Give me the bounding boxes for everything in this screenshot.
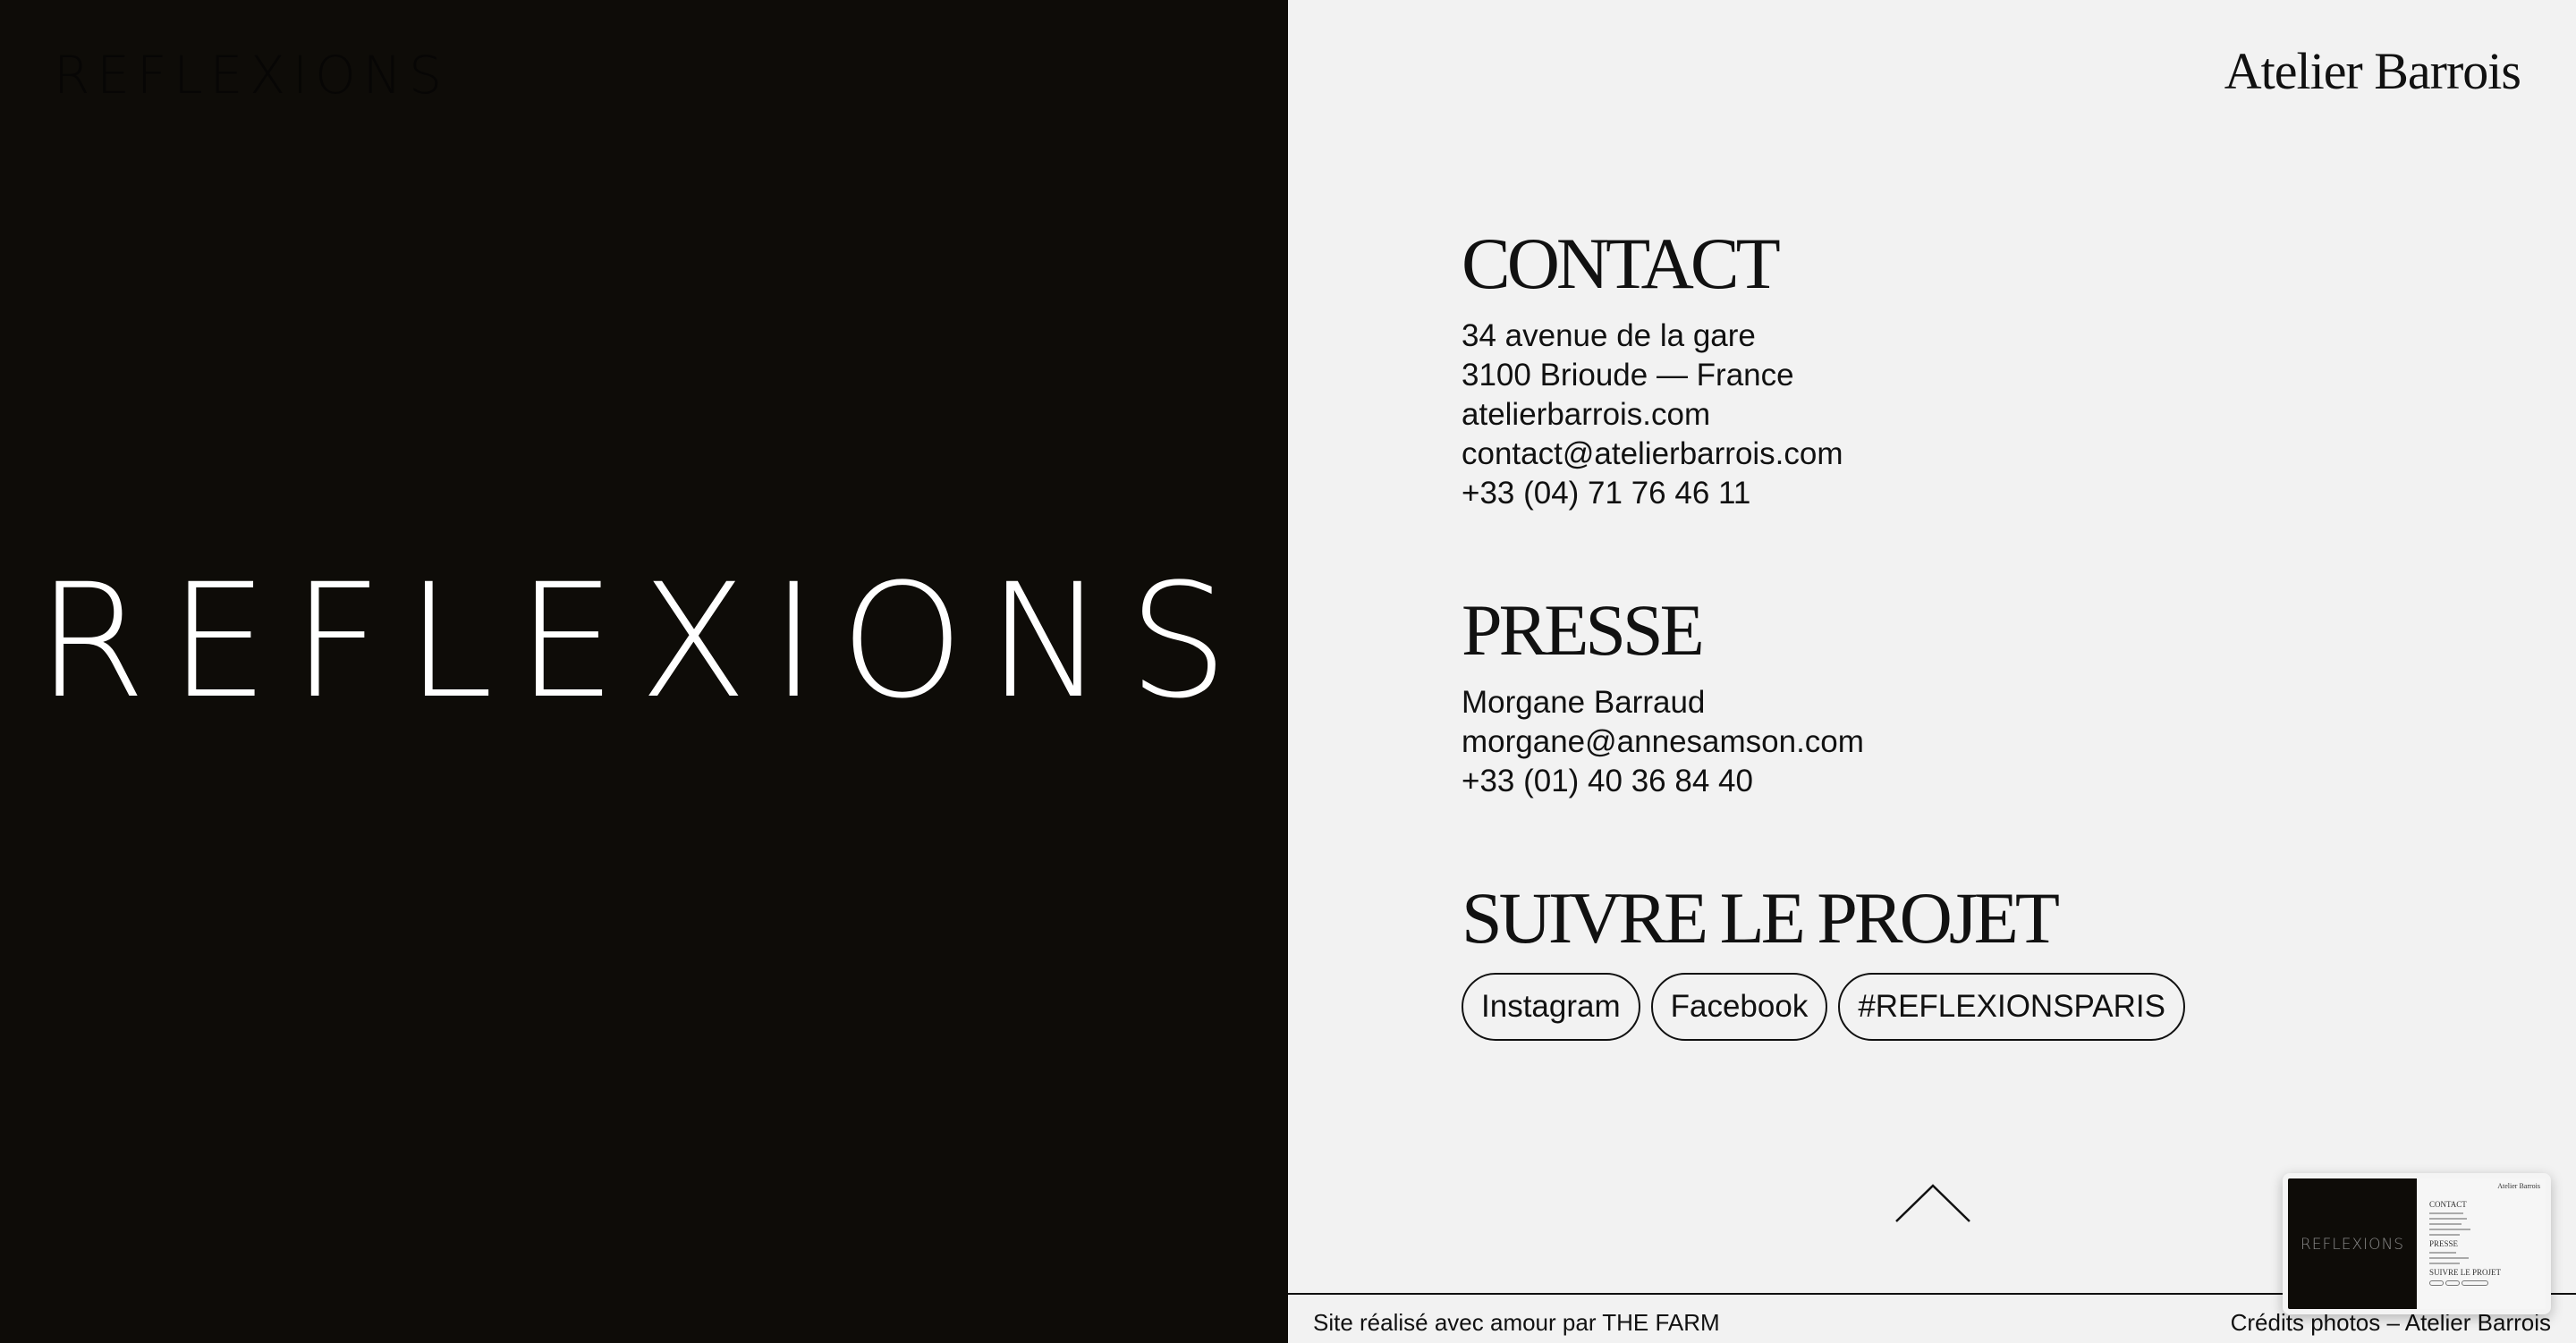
presse-title: PRESSE [1462, 589, 1705, 671]
presse-email-link[interactable]: morgane@annesamson.com [1462, 722, 1864, 762]
footer-credit-link[interactable]: Site réalisé avec amour par THE FARM [1313, 1309, 1720, 1337]
contact-lines: 34 avenue de la gare 3100 Brioude — Fran… [1462, 317, 1843, 513]
follow-section: SUIVRE LE PROJET Instagram Facebook #REF… [1462, 882, 2185, 1041]
presse-contact-name: Morgane Barraud [1462, 685, 1706, 720]
thumbnail-right-panel: Atelier Barrois CONTACT PRESSE SUIVRE LE… [2417, 1178, 2546, 1309]
hero-logo: REFLEXIONS [36, 550, 1252, 733]
header-logo[interactable]: REFLEXIONS [54, 45, 449, 106]
instagram-button[interactable]: Instagram [1462, 973, 1640, 1041]
thumbnail-follow-title: SUIVRE LE PROJET [2429, 1268, 2502, 1277]
contact-section: CONTACT 34 avenue de la gare 3100 Brioud… [1462, 227, 1843, 513]
thumbnail-pill [2462, 1280, 2488, 1286]
contact-phone-link[interactable]: +33 (04) 71 76 46 11 [1462, 474, 1843, 513]
presse-section: PRESSE Morgane Barraud morgane@annesamso… [1462, 594, 1864, 801]
thumbnail-pill [2445, 1280, 2460, 1286]
contact-address: 34 avenue de la gare [1462, 318, 1756, 353]
thumbnail-line [2429, 1229, 2470, 1230]
thumbnail-line [2429, 1263, 2460, 1264]
facebook-button[interactable]: Facebook [1650, 973, 1828, 1041]
contact-title: CONTACT [1462, 223, 1781, 304]
presse-phone-link[interactable]: +33 (01) 40 36 84 40 [1462, 762, 1864, 801]
contact-website-link[interactable]: atelierbarrois.com [1462, 395, 1843, 435]
contact-city: 3100 Brioude — France [1462, 358, 1794, 393]
presse-lines: Morgane Barraud morgane@annesamson.com +… [1462, 683, 1864, 801]
social-links: Instagram Facebook #REFLEXIONSPARIS [1462, 973, 2185, 1041]
thumbnail-presse-title: PRESSE [2429, 1239, 2459, 1248]
thumbnail-pill [2429, 1280, 2444, 1286]
thumbnail-brand: Atelier Barrois [2497, 1182, 2540, 1190]
page-preview-thumbnail[interactable]: REFLEXIONS Atelier Barrois CONTACT PRESS… [2283, 1173, 2551, 1314]
thumbnail-logo: REFLEXIONS [2300, 1236, 2405, 1254]
thumbnail-line [2429, 1223, 2462, 1225]
hashtag-button[interactable]: #REFLEXIONSPARIS [1838, 973, 2185, 1041]
follow-title: SUIVRE LE PROJET [1462, 877, 2060, 959]
contact-email-link[interactable]: contact@atelierbarrois.com [1462, 435, 1843, 474]
thumbnail-line [2429, 1234, 2460, 1236]
thumbnail-line [2429, 1218, 2467, 1220]
thumbnail-left-panel: REFLEXIONS [2288, 1178, 2417, 1309]
thumbnail-line [2429, 1212, 2463, 1214]
right-panel: Atelier Barrois CONTACT 34 avenue de la … [1288, 0, 2576, 1343]
left-panel: REFLEXIONS REFLEXIONS [0, 0, 1288, 1343]
thumbnail-contact-title: CONTACT [2429, 1200, 2467, 1209]
thumbnail-line [2429, 1257, 2469, 1259]
chevron-up-icon[interactable] [1893, 1180, 1973, 1225]
brand-logo[interactable]: Atelier Barrois [2224, 41, 2521, 101]
thumbnail-line [2429, 1252, 2456, 1254]
